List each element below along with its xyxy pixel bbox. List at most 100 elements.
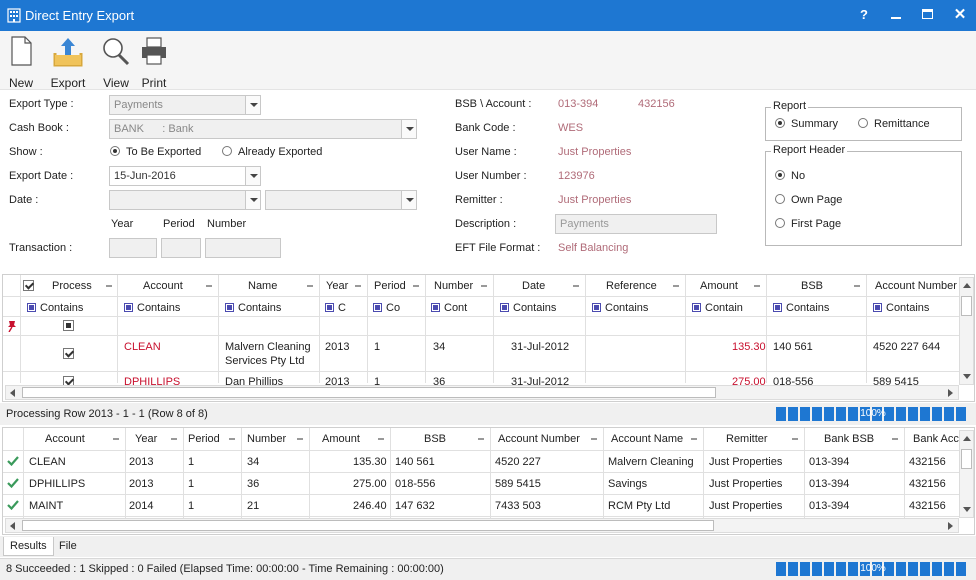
radio-no[interactable]: No xyxy=(775,170,805,182)
chevron-down-icon[interactable] xyxy=(245,96,260,114)
pin-icon[interactable] xyxy=(792,436,798,442)
pin-icon[interactable] xyxy=(307,283,313,289)
radio-own-page[interactable]: Own Page xyxy=(775,194,842,206)
pin-icon[interactable] xyxy=(691,436,697,442)
chevron-down-icon[interactable] xyxy=(245,191,260,209)
cell-remitter[interactable]: Just Properties xyxy=(709,478,782,490)
scroll-thumb[interactable] xyxy=(22,387,716,398)
cell-account-name[interactable]: RCM Pty Ltd xyxy=(608,500,670,512)
col-name[interactable]: Name xyxy=(248,280,277,292)
col-bsb[interactable]: BSB xyxy=(424,433,446,445)
scroll-left-icon[interactable] xyxy=(10,522,15,530)
cell-account[interactable]: CLEAN xyxy=(29,456,66,468)
cell-amount[interactable]: 135.30 xyxy=(353,456,387,468)
col-bank-account[interactable]: Bank Acc xyxy=(913,433,959,445)
col-amount[interactable]: Amount xyxy=(700,280,738,292)
help-icon[interactable]: ? xyxy=(855,6,873,24)
cell-account[interactable]: CLEAN xyxy=(124,341,161,353)
vertical-scrollbar[interactable] xyxy=(959,277,974,385)
horizontal-scrollbar[interactable] xyxy=(5,518,959,533)
cell-bsb[interactable]: 147 632 xyxy=(395,500,435,512)
cell-account-name[interactable]: Savings xyxy=(608,478,647,490)
chevron-down-icon[interactable] xyxy=(401,120,416,138)
cell-bank-account[interactable]: 432156 xyxy=(909,500,946,512)
col-year[interactable]: Year xyxy=(135,433,157,445)
scroll-thumb[interactable] xyxy=(22,520,714,531)
cell-year[interactable]: 2014 xyxy=(129,500,153,512)
scroll-thumb[interactable] xyxy=(961,296,972,316)
cell-number[interactable]: 21 xyxy=(247,500,259,512)
view-button[interactable]: View xyxy=(99,35,133,90)
col-number[interactable]: Number xyxy=(434,280,473,292)
scroll-down-icon[interactable] xyxy=(963,507,971,512)
cell-account-name[interactable]: Malvern Cleaning xyxy=(608,456,694,468)
scroll-left-icon[interactable] xyxy=(10,389,15,397)
radio-remittance[interactable]: Remittance xyxy=(858,118,930,130)
select-all-checkbox[interactable] xyxy=(23,280,34,291)
vertical-scrollbar[interactable] xyxy=(959,430,974,518)
cell-account[interactable]: DPHILLIPS xyxy=(29,478,85,490)
filter-bsb[interactable]: Contains xyxy=(773,302,829,314)
pin-icon[interactable] xyxy=(229,436,235,442)
filter-period[interactable]: Co xyxy=(373,302,400,314)
cell-amount[interactable]: 246.40 xyxy=(353,500,387,512)
radio-already-exported[interactable]: Already Exported xyxy=(222,146,322,158)
row-process-checkbox[interactable] xyxy=(63,348,74,359)
col-reference[interactable]: Reference xyxy=(606,280,657,292)
cell-name[interactable]: Malvern Cleaning xyxy=(225,341,311,353)
cell-number[interactable]: 34 xyxy=(433,341,445,353)
pin-icon[interactable] xyxy=(106,283,112,289)
cell-bsb[interactable]: 140 561 xyxy=(395,456,435,468)
export-type-select[interactable]: Payments xyxy=(109,95,261,115)
col-process[interactable]: Process xyxy=(52,280,92,292)
tab-results[interactable]: Results xyxy=(3,537,54,556)
maximize-button[interactable] xyxy=(919,6,937,24)
description-input[interactable]: Payments xyxy=(555,214,717,234)
cell-period[interactable]: 1 xyxy=(374,341,380,353)
cell-number[interactable]: 36 xyxy=(247,478,259,490)
col-date[interactable]: Date xyxy=(522,280,545,292)
cell-bsb[interactable]: 140 561 xyxy=(773,341,813,353)
pin-icon[interactable] xyxy=(113,436,119,442)
cash-book-select[interactable]: BANK : Bank xyxy=(109,119,417,139)
cell-account-number[interactable]: 4520 227 644 xyxy=(873,341,940,353)
col-remitter[interactable]: Remitter xyxy=(726,433,768,445)
process-filter-checkbox[interactable] xyxy=(63,320,74,331)
filter-date[interactable]: Contains xyxy=(500,302,556,314)
export-button[interactable]: Export xyxy=(48,35,88,90)
filter-number[interactable]: Cont xyxy=(431,302,467,314)
cell-amount[interactable]: 135.30 xyxy=(732,341,766,353)
scroll-thumb[interactable] xyxy=(961,449,972,469)
col-bsb[interactable]: BSB xyxy=(801,280,823,292)
scroll-up-icon[interactable] xyxy=(963,436,971,441)
pin-icon[interactable] xyxy=(378,436,384,442)
scroll-right-icon[interactable] xyxy=(948,522,953,530)
pin-icon[interactable] xyxy=(892,436,898,442)
cell-bank-bsb[interactable]: 013-394 xyxy=(809,500,849,512)
col-account[interactable]: Account xyxy=(143,280,183,292)
export-date-picker[interactable]: 15-Jun-2016 xyxy=(109,166,261,186)
cell-period[interactable]: 1 xyxy=(188,478,194,490)
cell-date[interactable]: 31-Jul-2012 xyxy=(511,341,569,353)
date-to-picker[interactable] xyxy=(265,190,417,210)
col-number[interactable]: Number xyxy=(247,433,286,445)
cell-year[interactable]: 2013 xyxy=(129,456,153,468)
cell-remitter[interactable]: Just Properties xyxy=(709,500,782,512)
pin-icon[interactable] xyxy=(673,283,679,289)
pin-icon[interactable] xyxy=(206,283,212,289)
col-year[interactable]: Year xyxy=(326,280,348,292)
col-period[interactable]: Period xyxy=(374,280,406,292)
pin-icon[interactable] xyxy=(355,283,361,289)
minimize-button[interactable] xyxy=(887,6,905,24)
pin-icon[interactable] xyxy=(171,436,177,442)
chevron-down-icon[interactable] xyxy=(245,167,260,185)
filter-amount[interactable]: Contain xyxy=(692,302,743,314)
cell-account-number[interactable]: 4520 227 xyxy=(495,456,541,468)
filter-name[interactable]: Contains xyxy=(225,302,281,314)
cell-bank-account[interactable]: 432156 xyxy=(909,478,946,490)
col-account[interactable]: Account xyxy=(45,433,85,445)
filter-reference[interactable]: Contains xyxy=(592,302,648,314)
cell-bsb[interactable]: 018-556 xyxy=(395,478,435,490)
cell-account-number[interactable]: 589 5415 xyxy=(495,478,541,490)
cell-year[interactable]: 2013 xyxy=(325,341,349,353)
